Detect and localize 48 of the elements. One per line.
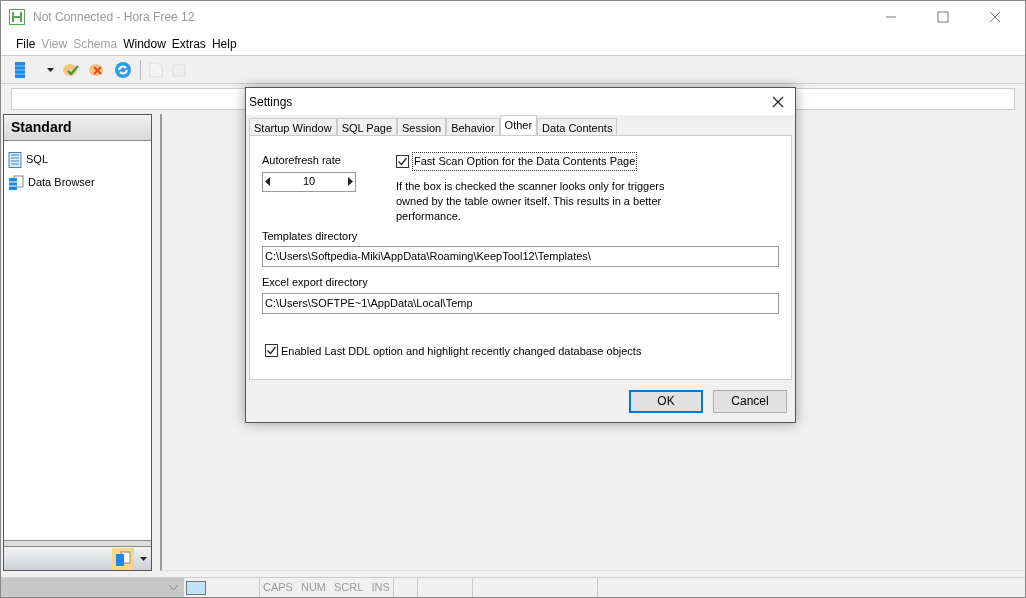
view-toggle-button[interactable] [112, 547, 134, 570]
tab[interactable]: SQL Page [336, 118, 397, 135]
checkbox[interactable] [396, 154, 409, 168]
connect-icon[interactable] [62, 61, 80, 78]
dialog-button[interactable]: OK [629, 389, 703, 413]
tab[interactable]: Data Contents [537, 118, 618, 135]
document-icon [8, 151, 22, 168]
path-field[interactable]: C:\Users\Softpedia-Miki\AppData\Roaming\KeepTool12\Templates\ [262, 246, 779, 267]
menu-item[interactable]: Window [120, 34, 169, 53]
field-label: Autorefresh rate [262, 153, 342, 168]
status-indicator: CAPS [263, 580, 293, 596]
menu-item[interactable]: File [13, 34, 39, 53]
left-arrow-icon[interactable] [265, 177, 270, 186]
maximize-icon[interactable] [937, 10, 949, 23]
dropdown-arrow-icon[interactable] [140, 556, 147, 561]
app-logo-icon [9, 8, 25, 25]
disconnect-icon[interactable] [88, 61, 106, 78]
tab[interactable]: Startup Window [249, 118, 337, 135]
field-label: Excel export directory [262, 275, 369, 290]
sidebar-item[interactable]: SQL [8, 151, 147, 168]
spin-field[interactable]: 10 [262, 171, 356, 192]
table-icon [8, 174, 24, 191]
right-arrow-icon[interactable] [348, 177, 353, 186]
menu-item[interactable]: Extras [168, 34, 209, 53]
database-icon[interactable] [13, 60, 27, 79]
window-icon[interactable] [186, 580, 206, 595]
menu-item[interactable]: Help [208, 34, 240, 53]
path-field[interactable]: C:\Users\SOFTPE~1\AppData\Local\Temp [262, 292, 779, 314]
dialog-title: Settings [249, 93, 293, 111]
checkbox-label[interactable]: Fast Scan Option for the Data Contents Page [412, 152, 638, 171]
checkbox[interactable] [265, 344, 278, 358]
window-title: Not Connected - Hora Free 12 [33, 8, 195, 26]
tab[interactable]: Session [397, 118, 447, 135]
tab[interactable]: Behavior [446, 118, 500, 135]
chevron-down-icon[interactable] [169, 585, 178, 590]
field-label: Templates directory [262, 228, 359, 244]
checkbox-label[interactable]: Enabled Last DDL option and highlight recently changed database objects [281, 342, 642, 359]
status-indicator: INS [371, 580, 390, 596]
tab[interactable]: Other [499, 115, 538, 135]
dialog-button[interactable]: Cancel [713, 389, 787, 413]
sidebar-item[interactable]: Data Browser [8, 174, 147, 191]
status-indicator: SCRL [334, 580, 364, 596]
panel-header: Standard [4, 115, 151, 141]
refresh-icon[interactable] [114, 60, 132, 79]
description-text: If the box is checked the scanner looks only for triggers owned by the table owner itself. This results in a better performance. [396, 178, 666, 224]
close-icon[interactable] [772, 95, 784, 108]
dropdown-arrow-icon[interactable] [47, 67, 54, 72]
status-indicator: NUM [300, 580, 327, 596]
